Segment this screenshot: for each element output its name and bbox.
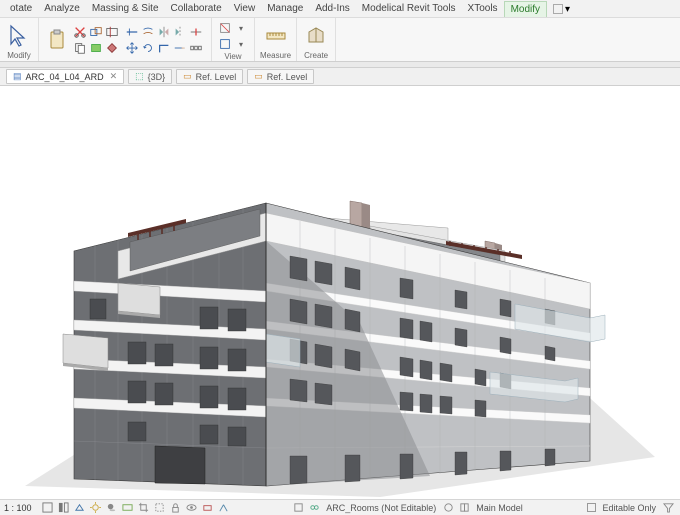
dropdown2-icon[interactable]: ▾ xyxy=(234,37,248,51)
menu-tab-analyze[interactable]: Analyze xyxy=(38,1,86,16)
doctab-ref1[interactable]: ▭ Ref. Level xyxy=(176,69,243,84)
move-icon[interactable] xyxy=(125,41,139,55)
lock-icon[interactable] xyxy=(170,502,182,514)
document-tabs-row: ▤ ARC_04_L04_ARD ✕ ⬚ {3D} ▭ Ref. Level ▭… xyxy=(0,68,680,86)
status-editable-label: Editable Only xyxy=(602,503,656,513)
select-links-icon[interactable] xyxy=(292,502,304,514)
ribbon-toolbar: Modify xyxy=(0,18,680,62)
array-icon[interactable] xyxy=(189,41,203,55)
modify-cursor-icon[interactable] xyxy=(7,24,31,48)
paste-icon[interactable] xyxy=(46,28,70,52)
dropdown1-icon[interactable]: ▾ xyxy=(234,21,248,35)
level-icon: ▭ xyxy=(183,71,192,82)
visual-style-icon[interactable] xyxy=(74,502,86,514)
cut-icon[interactable] xyxy=(73,25,87,39)
menu-tab-collaborate[interactable]: Collaborate xyxy=(165,1,228,16)
ribbon-group-title-modify: Modify xyxy=(5,51,33,61)
cope-icon[interactable] xyxy=(89,41,103,55)
doctab-file-label: ARC_04_L04_ARD xyxy=(26,72,104,82)
rendering-icon[interactable] xyxy=(122,502,134,514)
worksets-icon[interactable] xyxy=(308,502,320,514)
scale-label[interactable]: 1 : 100 xyxy=(4,503,32,513)
crop-visible-icon[interactable] xyxy=(154,502,166,514)
doctab-ref1-label: Ref. Level xyxy=(196,72,237,82)
ribbon-group-title-create: Create xyxy=(302,51,330,61)
ribbon-group-title-clipboard xyxy=(44,60,204,61)
menu-tab-massing-site[interactable]: Massing & Site xyxy=(86,1,165,16)
create-icon[interactable] xyxy=(304,24,328,48)
ribbon-group-measure: Measure xyxy=(255,18,297,61)
close-icon[interactable]: ✕ xyxy=(110,71,118,82)
menu-tab-modify[interactable]: Modify xyxy=(504,1,547,17)
menu-tab-manage[interactable]: Manage xyxy=(261,1,309,16)
doctab-ref2-label: Ref. Level xyxy=(267,72,308,82)
doctab-file[interactable]: ▤ ARC_04_L04_ARD ✕ xyxy=(6,69,124,84)
cube-icon: ⬚ xyxy=(135,71,144,82)
temp-hide-icon[interactable] xyxy=(186,502,198,514)
editable-check-icon[interactable] xyxy=(587,503,596,512)
align-icon[interactable] xyxy=(125,25,139,39)
detail-level-icon[interactable] xyxy=(58,502,70,514)
display-style-icon[interactable] xyxy=(42,502,54,514)
filter-icon[interactable] xyxy=(662,502,674,514)
shadows-icon[interactable] xyxy=(106,502,118,514)
crop-icon[interactable] xyxy=(138,502,150,514)
sun-path-icon[interactable] xyxy=(90,502,102,514)
doctab-3d-label: {3D} xyxy=(148,72,166,82)
hide-icon[interactable] xyxy=(218,21,232,35)
ribbon-group-title-measure: Measure xyxy=(260,51,291,61)
extend-icon[interactable] xyxy=(173,41,187,55)
ribbon-group-modify: Modify xyxy=(0,18,39,61)
mirror-pick-icon[interactable] xyxy=(157,25,171,39)
doctab-3d[interactable]: ⬚ {3D} xyxy=(128,69,172,84)
menu-tab-addins[interactable]: Add-Ins xyxy=(309,1,355,16)
sync-icon[interactable] xyxy=(442,502,454,514)
viewport-3d[interactable] xyxy=(0,86,680,499)
status-mainmodel-label: Main Model xyxy=(476,503,523,513)
menu-extras-box-icon[interactable] xyxy=(553,4,563,14)
join-icon[interactable] xyxy=(89,25,103,39)
ribbon-group-title-view: View xyxy=(217,52,249,62)
level-icon: ▭ xyxy=(254,71,263,82)
measure-icon[interactable] xyxy=(264,24,288,48)
doctab-ref2[interactable]: ▭ Ref. Level xyxy=(247,69,314,84)
trim-icon[interactable] xyxy=(157,41,171,55)
ribbon-menu-row: otate Analyze Massing & Site Collaborate… xyxy=(0,0,680,18)
analytical-icon[interactable] xyxy=(218,502,230,514)
offset-icon[interactable] xyxy=(141,25,155,39)
copy-icon[interactable] xyxy=(73,41,87,55)
file-icon: ▤ xyxy=(13,71,22,82)
paint-icon[interactable] xyxy=(105,41,119,55)
status-center-label: ARC_Rooms (Not Editable) xyxy=(326,503,436,513)
mirror-draw-icon[interactable] xyxy=(173,25,187,39)
menu-tab-annotate[interactable]: otate xyxy=(4,1,38,16)
menu-tab-xtools[interactable]: XTools xyxy=(462,1,504,16)
split-icon[interactable] xyxy=(189,25,203,39)
cut-geom-icon[interactable] xyxy=(105,25,119,39)
reveal-icon[interactable] xyxy=(202,502,214,514)
menu-extras-dropdown-icon[interactable]: ▾ xyxy=(565,4,571,14)
menu-tab-modelical[interactable]: Modelical Revit Tools xyxy=(356,1,462,16)
rotate-icon[interactable] xyxy=(141,41,155,55)
override-icon[interactable] xyxy=(218,37,232,51)
menu-extras: ▾ xyxy=(553,4,573,14)
ribbon-group-create: Create xyxy=(297,18,336,61)
ribbon-group-clipboard xyxy=(39,18,212,61)
ribbon-group-view: ▾ ▾ View xyxy=(212,18,255,61)
menu-tab-view[interactable]: View xyxy=(228,1,262,16)
design-options-icon[interactable] xyxy=(458,502,470,514)
status-bar: 1 : 100 ARC_Rooms (Not Editable) Main Mo… xyxy=(0,499,680,515)
